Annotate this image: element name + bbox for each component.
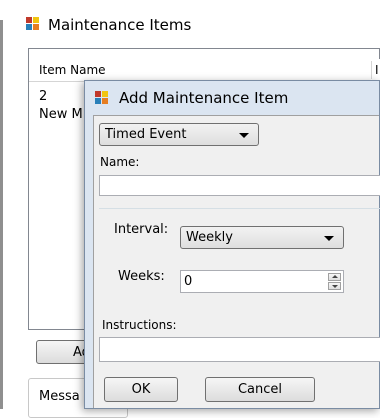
weeks-label: Weeks: [118, 269, 165, 284]
column-divider [371, 61, 372, 79]
add-maintenance-item-dialog: Add Maintenance Item Timed Event Name: I… [84, 80, 380, 409]
event-type-value: Timed Event [105, 127, 187, 142]
chevron-down-icon [332, 285, 338, 288]
list-header: Item Name I [29, 59, 380, 82]
stepper-down-button[interactable] [328, 282, 341, 290]
weeks-value: 0 [184, 274, 193, 289]
stepper-up-button[interactable] [328, 273, 341, 281]
chevron-up-icon [332, 275, 338, 278]
column-header-second[interactable]: I [375, 63, 379, 77]
dialog-title: Add Maintenance Item [119, 89, 289, 107]
chevron-down-icon [239, 132, 249, 138]
dialog-client-area: Timed Event Name: Interval: Weekly Weeks… [93, 115, 380, 408]
list-item[interactable]: 2 [39, 89, 47, 104]
dialog-icon [95, 91, 110, 105]
left-window-edge [0, 20, 3, 409]
interval-combo[interactable]: Weekly [180, 226, 344, 249]
instructions-label: Instructions: [102, 318, 177, 332]
ok-button[interactable]: OK [104, 377, 178, 402]
name-label: Name: [100, 155, 140, 169]
event-type-combo[interactable]: Timed Event [99, 123, 259, 146]
column-header-item-name[interactable]: Item Name [39, 63, 106, 77]
instructions-input[interactable] [99, 337, 380, 362]
chevron-down-icon [324, 235, 334, 241]
name-input[interactable] [99, 175, 380, 196]
window-title: Maintenance Items [48, 16, 192, 34]
interval-value: Weekly [186, 230, 233, 245]
list-item[interactable]: New M [39, 107, 83, 122]
weeks-stepper[interactable]: 0 [180, 270, 344, 293]
message-label: Messa [39, 389, 80, 404]
interval-label: Interval: [114, 222, 169, 237]
app-icon [26, 17, 41, 31]
cancel-button[interactable]: Cancel [205, 377, 315, 402]
